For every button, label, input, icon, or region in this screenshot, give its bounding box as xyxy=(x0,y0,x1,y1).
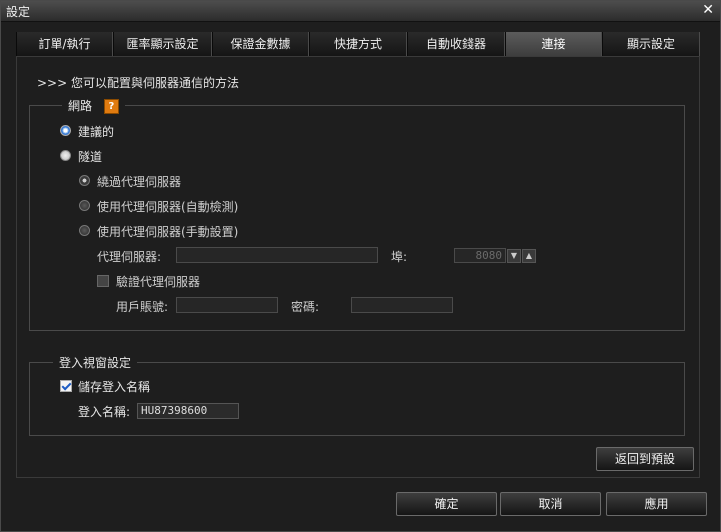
radio-bypass-proxy[interactable] xyxy=(79,175,90,186)
cancel-button[interactable]: 取消 xyxy=(500,492,601,516)
tab-rate-display[interactable]: 匯率顯示設定 xyxy=(113,32,212,56)
port-input[interactable]: 8080 xyxy=(454,248,506,263)
network-legend: 網路 ? xyxy=(62,97,125,114)
auth-proxy-label[interactable]: 驗證代理伺服器 xyxy=(116,273,200,290)
save-login-name-label[interactable]: 儲存登入名稱 xyxy=(78,378,150,395)
tab-bar: 訂單/執行 匯率顯示設定 保證金數據 快捷方式 自動收錢器 連接 顯示設定 xyxy=(16,32,700,56)
reset-defaults-button[interactable]: 返回到預設 xyxy=(596,447,694,471)
auth-proxy-checkbox[interactable] xyxy=(97,275,109,287)
password-label: 密碼: xyxy=(291,300,320,314)
radio-auto-proxy[interactable] xyxy=(79,200,90,211)
port-increment-icon[interactable]: ▲ xyxy=(522,249,536,263)
tab-display-settings[interactable]: 顯示設定 xyxy=(602,32,700,56)
tab-order-execution[interactable]: 訂單/執行 xyxy=(16,32,113,56)
login-group xyxy=(29,362,685,436)
close-icon[interactable]: ✕ xyxy=(702,2,714,18)
help-icon[interactable]: ? xyxy=(103,99,119,114)
title-bar[interactable]: 設定 ✕ xyxy=(1,1,720,22)
username-label: 用戶賬號: xyxy=(116,300,169,314)
settings-window: 設定 ✕ 訂單/執行 匯率顯示設定 保證金數據 快捷方式 自動收錢器 連接 顯示… xyxy=(0,0,721,532)
auto-proxy-label[interactable]: 使用代理伺服器(自動檢測) xyxy=(97,198,238,215)
port-decrement-icon[interactable]: ▼ xyxy=(507,249,521,263)
window-title: 設定 xyxy=(6,5,31,19)
login-legend: 登入視窗設定 xyxy=(53,354,138,371)
bypass-proxy-label[interactable]: 繞過代理伺服器 xyxy=(97,173,181,190)
tab-connection[interactable]: 連接 xyxy=(505,32,602,56)
apply-button[interactable]: 應用 xyxy=(606,492,707,516)
save-login-name-checkbox[interactable] xyxy=(60,380,72,392)
ok-button[interactable]: 確定 xyxy=(396,492,497,516)
password-input[interactable] xyxy=(351,297,453,313)
network-legend-label: 網路 xyxy=(68,99,93,113)
recommended-label[interactable]: 建議的 xyxy=(78,123,114,140)
tab-auto-collector[interactable]: 自動收錢器 xyxy=(407,32,505,56)
radio-recommended[interactable] xyxy=(60,125,71,136)
port-label: 埠: xyxy=(391,250,408,264)
tunnel-label[interactable]: 隧道 xyxy=(78,148,102,165)
intro-text: >>> 您可以配置與伺服器通信的方法 xyxy=(37,76,239,90)
manual-proxy-label[interactable]: 使用代理伺服器(手動設置) xyxy=(97,223,238,240)
tab-margin-data[interactable]: 保證金數據 xyxy=(212,32,309,56)
login-name-label: 登入名稱: xyxy=(78,405,131,419)
proxy-server-input[interactable] xyxy=(176,247,378,263)
radio-tunnel[interactable] xyxy=(60,150,71,161)
login-name-input[interactable]: HU87398600 xyxy=(137,403,239,419)
radio-manual-proxy[interactable] xyxy=(79,225,90,236)
username-input[interactable] xyxy=(176,297,278,313)
tab-shortcuts[interactable]: 快捷方式 xyxy=(309,32,407,56)
proxy-server-label: 代理伺服器: xyxy=(97,250,162,264)
